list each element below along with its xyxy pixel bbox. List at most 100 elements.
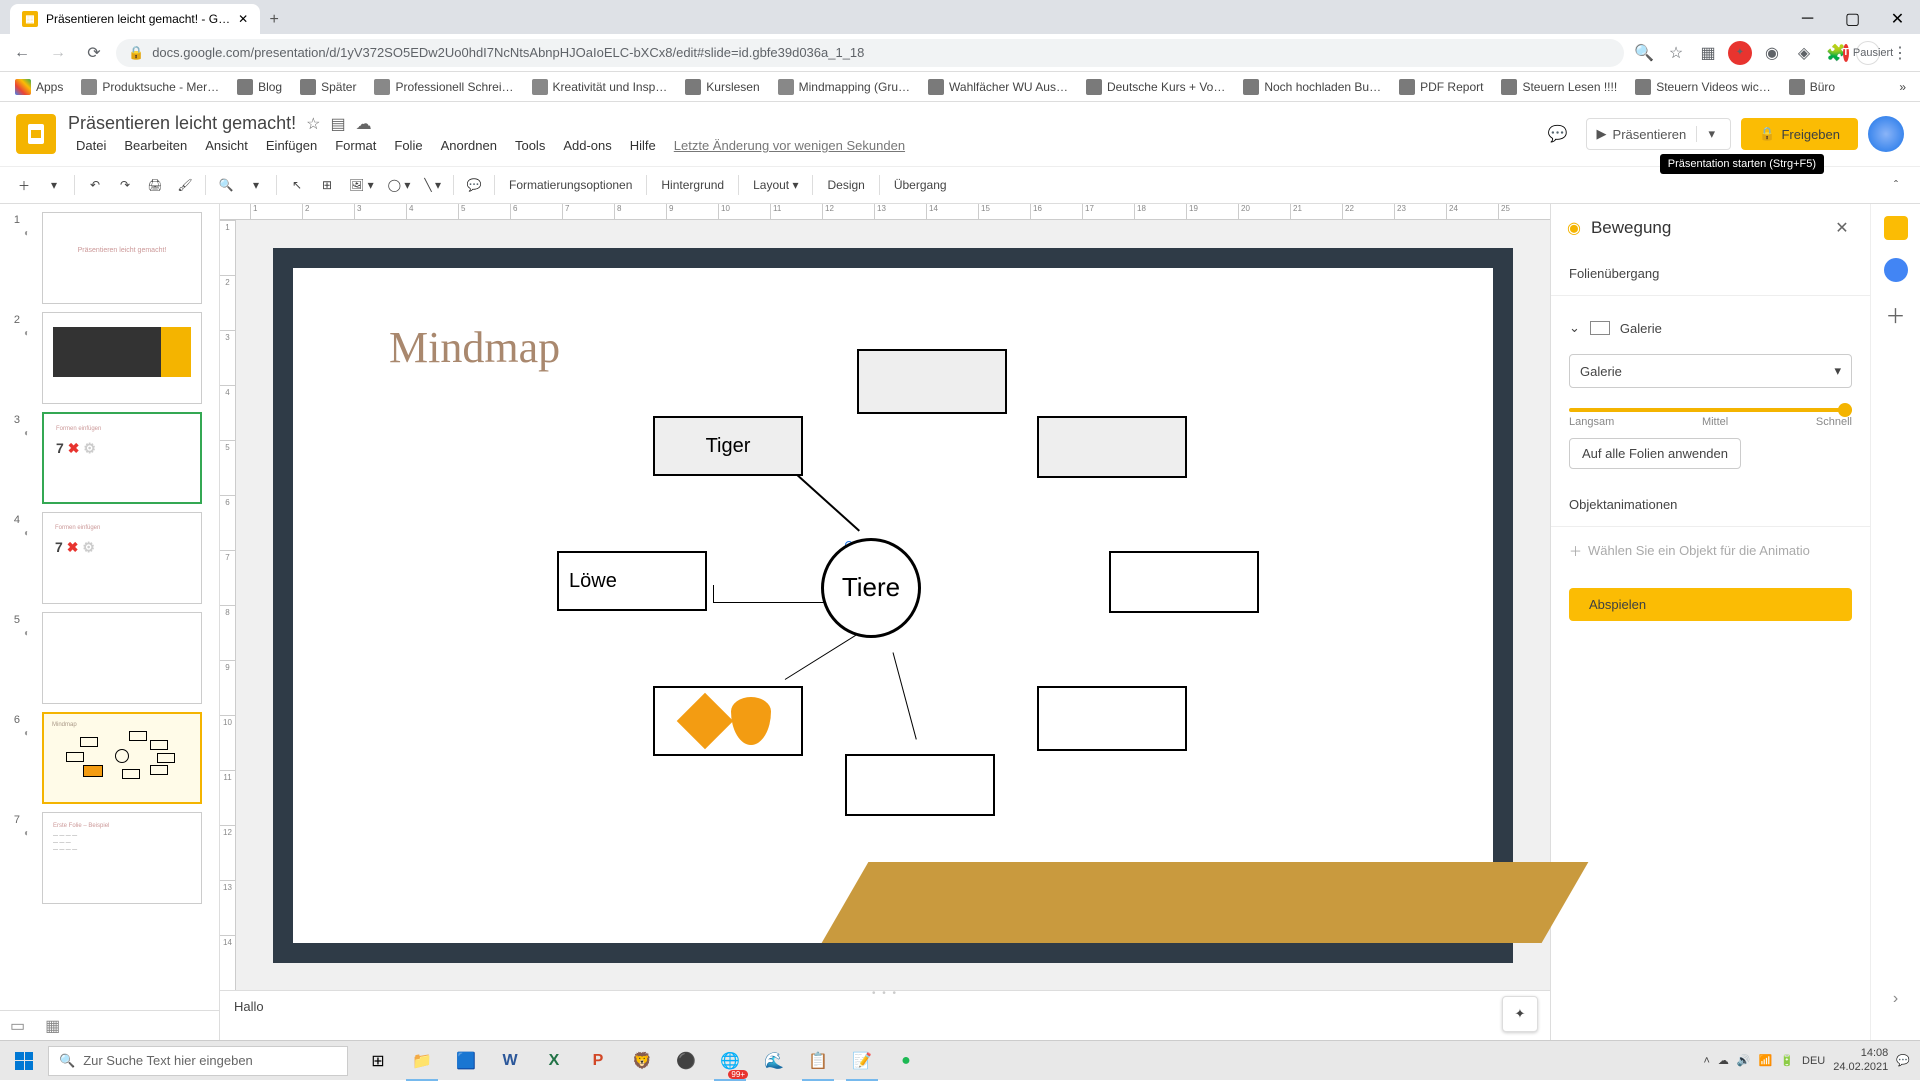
extension-badge[interactable]: ✦ bbox=[1728, 41, 1752, 65]
select-tool[interactable]: ↖ bbox=[283, 171, 311, 199]
menu-folie[interactable]: Folie bbox=[386, 136, 430, 155]
notepad-icon[interactable]: 📝 bbox=[840, 1041, 884, 1081]
minimize-button[interactable]: ─ bbox=[1785, 4, 1830, 34]
connector-line[interactable] bbox=[893, 653, 917, 740]
mindmap-box[interactable] bbox=[845, 754, 995, 816]
slides-logo-icon[interactable] bbox=[16, 114, 56, 154]
speaker-notes[interactable]: • • • Hallo ✦ bbox=[220, 990, 1550, 1040]
comments-icon[interactable]: 💬 bbox=[1540, 116, 1576, 152]
image-tool[interactable]: 🖼 ▾ bbox=[343, 171, 380, 199]
mindmap-box[interactable] bbox=[1037, 416, 1187, 478]
start-button[interactable] bbox=[0, 1041, 48, 1081]
battery-icon[interactable]: 🔋 bbox=[1780, 1054, 1794, 1067]
print-button[interactable]: 🖨 bbox=[141, 171, 169, 199]
tasks-icon[interactable] bbox=[1884, 258, 1908, 282]
profile-chip[interactable]: T Pausiert bbox=[1856, 41, 1880, 65]
maximize-button[interactable]: ▢ bbox=[1830, 4, 1875, 34]
paint-format-button[interactable]: 🖌 bbox=[171, 171, 199, 199]
explore-button[interactable]: ✦ bbox=[1502, 996, 1538, 1032]
extension-icon[interactable]: ◉ bbox=[1760, 41, 1784, 65]
undo-button[interactable]: ↶ bbox=[81, 171, 109, 199]
bookmark-item[interactable]: Noch hochladen Bu… bbox=[1236, 76, 1388, 98]
bookmark-item[interactable]: Kreativität und Insp… bbox=[525, 76, 675, 98]
transition-dropdown[interactable]: Galerie ▾ bbox=[1569, 354, 1852, 388]
zoom-dropdown[interactable]: ▾ bbox=[242, 171, 270, 199]
close-panel-icon[interactable]: ✕ bbox=[1830, 216, 1854, 240]
play-button[interactable]: Abspielen bbox=[1569, 588, 1852, 621]
transition-row[interactable]: ⌄ Galerie bbox=[1569, 310, 1852, 346]
new-tab-button[interactable]: + bbox=[260, 6, 288, 34]
slide-thumb-4[interactable]: Formen einfügen7 ✖ ⚙ bbox=[42, 512, 202, 604]
shape-tool[interactable]: ◯ ▾ bbox=[382, 171, 417, 199]
transition-button[interactable]: Übergang bbox=[886, 174, 955, 196]
zoom-button[interactable]: 🔍 bbox=[212, 171, 240, 199]
mindmap-box-tiger[interactable]: Tiger bbox=[653, 416, 803, 476]
bookmark-item[interactable]: Später bbox=[293, 76, 363, 98]
expand-sidebar-icon[interactable]: › bbox=[1893, 990, 1898, 1008]
chrome-menu-icon[interactable]: ⋮ bbox=[1888, 41, 1912, 65]
zoom-icon[interactable]: 🔍 bbox=[1632, 41, 1656, 65]
bookmark-item[interactable]: PDF Report bbox=[1392, 76, 1490, 98]
close-window-button[interactable]: ✕ bbox=[1875, 4, 1920, 34]
slide-thumb-2[interactable] bbox=[42, 312, 202, 404]
reload-button[interactable]: ⟳ bbox=[80, 39, 108, 67]
background-button[interactable]: Hintergrund bbox=[653, 174, 732, 196]
bookmark-item[interactable]: Deutsche Kurs + Vo… bbox=[1079, 76, 1232, 98]
redo-button[interactable]: ↷ bbox=[111, 171, 139, 199]
obs-icon[interactable]: ⚫ bbox=[664, 1041, 708, 1081]
account-avatar[interactable] bbox=[1868, 116, 1904, 152]
excel-icon[interactable]: X bbox=[532, 1041, 576, 1081]
format-options-button[interactable]: Formatierungsoptionen bbox=[501, 174, 640, 196]
mindmap-center[interactable]: Tiere bbox=[821, 538, 921, 638]
bookmark-item[interactable]: Wahlfächer WU Aus… bbox=[921, 76, 1075, 98]
slide-thumb-6[interactable]: Mindmap bbox=[42, 712, 202, 804]
mindmap-box-shapes[interactable] bbox=[653, 686, 803, 756]
file-explorer-icon[interactable]: 📁 bbox=[400, 1041, 444, 1081]
grid-view-icon[interactable]: ▦ bbox=[45, 1016, 60, 1036]
collapse-toolbar-icon[interactable]: ˆ bbox=[1882, 171, 1910, 199]
keep-icon[interactable] bbox=[1884, 216, 1908, 240]
slide-canvas[interactable]: Mindmap ▲ Tiere Tiger Löwe bbox=[293, 268, 1493, 943]
tab-close-icon[interactable]: ✕ bbox=[238, 12, 248, 26]
back-button[interactable]: ← bbox=[8, 39, 36, 67]
speed-slider[interactable] bbox=[1569, 396, 1852, 416]
bookmark-item[interactable]: Produktsuche - Mer… bbox=[74, 76, 226, 98]
textbox-tool[interactable]: ⊞ bbox=[313, 171, 341, 199]
bookmark-overflow[interactable]: » bbox=[1893, 80, 1912, 94]
present-button[interactable]: ▶ Präsentieren ▾ bbox=[1586, 118, 1732, 150]
menu-addons[interactable]: Add-ons bbox=[555, 136, 619, 155]
menu-tools[interactable]: Tools bbox=[507, 136, 553, 155]
onedrive-icon[interactable]: ☁ bbox=[1718, 1054, 1729, 1067]
bookmark-item[interactable]: Steuern Videos wic… bbox=[1628, 76, 1778, 98]
qr-icon[interactable]: ▦ bbox=[1696, 41, 1720, 65]
notes-drag-handle[interactable]: • • • bbox=[872, 988, 898, 999]
word-icon[interactable]: W bbox=[488, 1041, 532, 1081]
notes-text[interactable]: Hallo bbox=[234, 999, 264, 1014]
layout-button[interactable]: Layout ▾ bbox=[745, 174, 806, 196]
menu-einfuegen[interactable]: Einfügen bbox=[258, 136, 325, 155]
last-edit-link[interactable]: Letzte Änderung vor wenigen Sekunden bbox=[666, 136, 913, 155]
share-button[interactable]: 🔒 Freigeben bbox=[1741, 118, 1858, 150]
notification-icon[interactable]: 💬 bbox=[1896, 1054, 1910, 1067]
slide-thumb-7[interactable]: Erste Folie – Beispiel— — — —— — —— — — … bbox=[42, 812, 202, 904]
slide-title[interactable]: Mindmap bbox=[389, 322, 560, 373]
menu-bearbeiten[interactable]: Bearbeiten bbox=[116, 136, 195, 155]
bookmark-item[interactable]: Büro bbox=[1782, 76, 1842, 98]
brave-icon[interactable]: 🦁 bbox=[620, 1041, 664, 1081]
bookmark-item[interactable]: Professionell Schrei… bbox=[367, 76, 520, 98]
browser-tab[interactable]: ▦ Präsentieren leicht gemacht! - G… ✕ bbox=[10, 4, 260, 34]
star-icon[interactable]: ☆ bbox=[306, 114, 320, 134]
mindmap-box[interactable] bbox=[857, 349, 1007, 414]
mindmap-box[interactable] bbox=[1037, 686, 1187, 751]
forward-button[interactable]: → bbox=[44, 39, 72, 67]
new-slide-button[interactable]: ＋ bbox=[10, 171, 38, 199]
filmstrip-view-icon[interactable]: ▭ bbox=[10, 1016, 25, 1036]
windows-search[interactable]: 🔍 Zur Suche Text hier eingeben bbox=[48, 1046, 348, 1076]
design-button[interactable]: Design bbox=[819, 174, 872, 196]
edge-icon[interactable]: 🌊 bbox=[752, 1041, 796, 1081]
task-view-icon[interactable]: ⊞ bbox=[356, 1041, 400, 1081]
present-dropdown-icon[interactable]: ▾ bbox=[1696, 126, 1720, 142]
bookmark-item[interactable]: Steuern Lesen !!!! bbox=[1494, 76, 1624, 98]
cloud-status-icon[interactable]: ☁ bbox=[356, 114, 372, 134]
connector-line[interactable] bbox=[713, 585, 714, 603]
